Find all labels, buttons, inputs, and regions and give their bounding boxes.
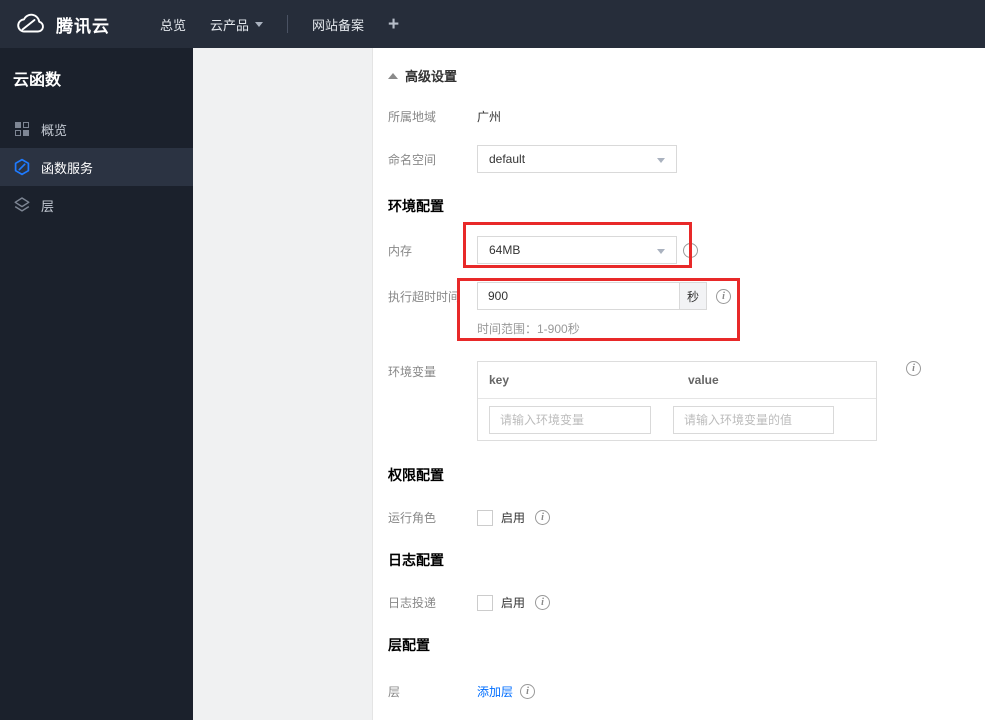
log-delivery-label: 日志投递 <box>388 596 437 610</box>
timeout-info-icon[interactable] <box>716 288 731 304</box>
env-vars-input-row <box>478 399 876 440</box>
log-delivery-checkbox[interactable] <box>477 594 493 611</box>
timeout-unit-addon: 秒 <box>679 282 707 310</box>
memory-label: 内存 <box>388 243 413 258</box>
layers-icon <box>14 197 30 212</box>
sidebar-title: 云函数 <box>13 72 62 89</box>
region-value: 广州 <box>477 109 502 124</box>
env-var-value-input[interactable] <box>673 405 834 434</box>
env-vars-col-value: value <box>688 373 719 387</box>
sidebar-item-overview[interactable]: 概览 <box>0 110 193 148</box>
timeout-range-hint: 时间范围：1-900秒 <box>477 322 580 336</box>
env-var-key-input[interactable] <box>489 405 651 434</box>
timeout-row: 执行超时时间 秒 时间范围：1-900秒 <box>388 282 731 337</box>
chevron-down-icon <box>657 249 665 254</box>
sidebar-item-function-service[interactable]: 函数服务 <box>0 148 193 186</box>
nav-cloud-products-label: 云产品 <box>210 17 250 33</box>
add-tab-button[interactable]: + <box>388 15 399 34</box>
namespace-select[interactable]: default <box>477 145 677 173</box>
timeout-label: 执行超时时间 <box>388 289 461 304</box>
add-layer-link[interactable]: 添加层 <box>477 683 513 700</box>
sidebar-item-label: 函数服务 <box>41 160 94 176</box>
sidebar-item-label: 概览 <box>41 122 68 138</box>
nav-cloud-products[interactable]: 云产品 <box>210 15 264 34</box>
log-delivery-info-icon[interactable] <box>535 595 551 610</box>
run-role-checkbox[interactable] <box>477 509 493 526</box>
env-vars-table-header: key value <box>478 362 876 399</box>
function-config-form: 高级设置 所属地域 广州 命名空间 default 环境配置 内存 64MB i… <box>373 48 985 720</box>
run-role-info-icon[interactable] <box>535 510 551 525</box>
log-delivery-enable-label: 启用 <box>501 596 526 610</box>
nav-overview[interactable]: 总览 <box>160 15 186 34</box>
advanced-settings-toggle[interactable]: 高级设置 <box>388 66 457 85</box>
env-config-section-title: 环境配置 <box>388 198 444 214</box>
memory-row: 内存 64MB <box>388 236 698 264</box>
nav-overview-label: 总览 <box>160 17 187 33</box>
top-nav-items: 总览 云产品 网站备案 + <box>160 15 399 34</box>
nav-divider <box>287 15 289 33</box>
chevron-up-icon <box>388 72 398 79</box>
secondary-panel <box>193 48 373 720</box>
run-role-label: 运行角色 <box>388 511 437 525</box>
env-vars-label: 环境变量 <box>388 365 437 379</box>
permission-section-title: 权限配置 <box>388 467 444 483</box>
namespace-row: 命名空间 default <box>388 145 677 173</box>
sidebar-item-label: 层 <box>41 198 55 214</box>
nav-website-icp[interactable]: 网站备案 <box>312 15 364 34</box>
namespace-label: 命名空间 <box>388 152 437 167</box>
nav-website-icp-label: 网站备案 <box>312 17 365 33</box>
advanced-settings-label: 高级设置 <box>405 69 458 84</box>
run-role-row: 运行角色 启用 <box>388 509 551 526</box>
layer-label: 层 <box>388 685 401 699</box>
top-nav-bar: 腾讯云 总览 云产品 网站备案 + <box>0 0 985 48</box>
run-role-enable-label: 启用 <box>501 511 526 525</box>
env-vars-row: 环境变量 key value <box>388 361 921 441</box>
timeout-input-group: 秒 <box>477 282 707 310</box>
region-row: 所属地域 广州 <box>388 106 501 126</box>
cloud-logo-icon <box>15 12 47 36</box>
timeout-input[interactable] <box>477 282 679 310</box>
layer-info-icon[interactable] <box>520 684 536 699</box>
region-label: 所属地域 <box>388 109 437 124</box>
brand-name: 腾讯云 <box>56 16 110 36</box>
tencent-cloud-logo[interactable]: 腾讯云 <box>15 12 127 37</box>
chevron-down-icon <box>255 21 264 27</box>
memory-selected-value: 64MB <box>489 243 521 257</box>
app-window: 腾讯云 总览 云产品 网站备案 + 云函数 概览 函数服务 层 高级设置 所属地… <box>0 0 985 720</box>
env-vars-table: key value <box>477 361 877 441</box>
layer-section-title: 层配置 <box>388 637 430 653</box>
layer-row: 层 添加层 <box>388 683 536 700</box>
log-section-title: 日志配置 <box>388 552 444 568</box>
chevron-down-icon <box>657 158 665 163</box>
env-vars-col-key: key <box>489 373 510 387</box>
sidebar: 云函数 概览 函数服务 层 <box>0 48 193 720</box>
memory-select[interactable]: 64MB <box>477 236 677 264</box>
env-vars-info-icon[interactable] <box>906 361 921 376</box>
memory-info-icon[interactable] <box>683 242 698 258</box>
grid-icon <box>15 122 29 136</box>
namespace-selected-value: default <box>489 152 526 166</box>
log-delivery-row: 日志投递 启用 <box>388 594 551 611</box>
function-hexagon-icon <box>14 158 30 176</box>
sidebar-item-layers[interactable]: 层 <box>0 186 193 224</box>
